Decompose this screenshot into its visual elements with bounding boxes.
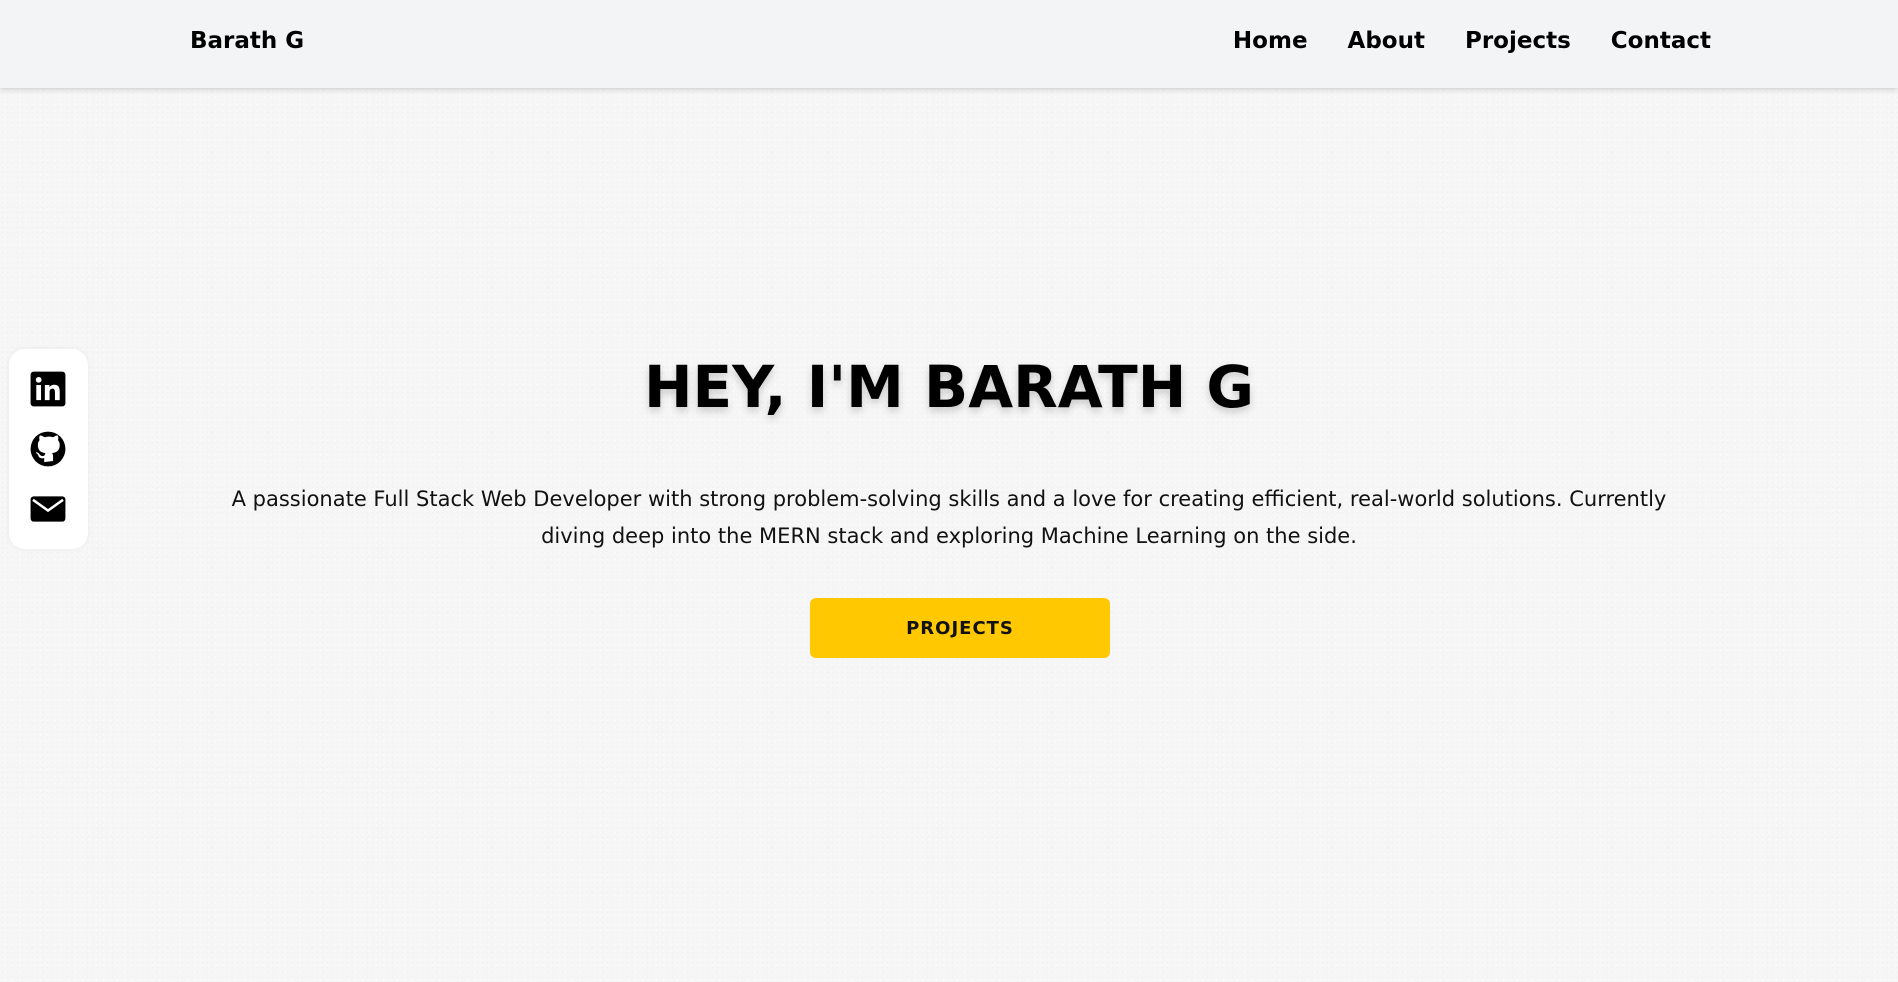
nav-link-about[interactable]: About [1348, 24, 1425, 58]
mail-icon[interactable] [29, 490, 67, 528]
brand-logo[interactable]: Barath G [190, 24, 304, 58]
github-icon[interactable] [29, 430, 67, 468]
nav-links: Home About Projects Contact [1233, 24, 1711, 58]
projects-button[interactable]: PROJECTS [810, 598, 1110, 658]
hero-description: A passionate Full Stack Web Developer wi… [231, 487, 1667, 548]
hero-title: HEY, I'M BARATH G [643, 353, 1255, 421]
nav-link-contact[interactable]: Contact [1611, 24, 1711, 58]
nav-link-projects[interactable]: Projects [1465, 24, 1571, 58]
navbar: Barath G Home About Projects Contact [0, 0, 1898, 88]
nav-link-home[interactable]: Home [1233, 24, 1308, 58]
